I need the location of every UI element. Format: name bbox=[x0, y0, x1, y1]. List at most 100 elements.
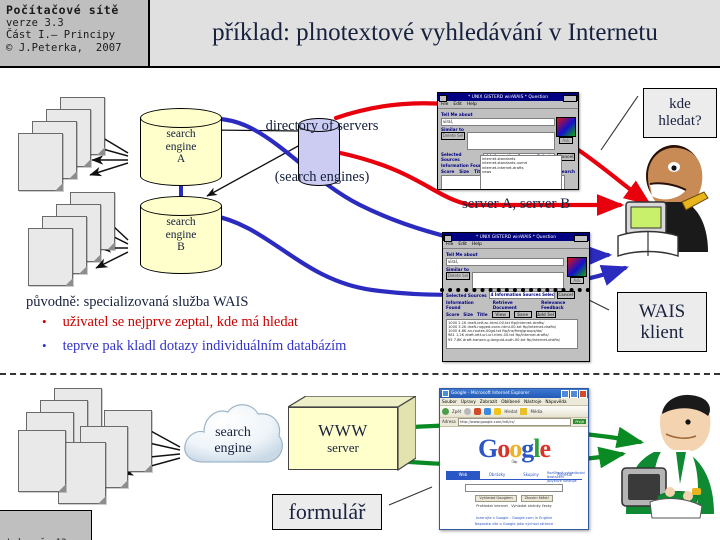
bullet-1-text: uživatel se nejprve zeptal, kde má hleda… bbox=[62, 314, 299, 330]
maximize-restore-icon[interactable] bbox=[563, 94, 577, 102]
dropdown-item[interactable]: news bbox=[482, 170, 560, 174]
view-button[interactable]: View bbox=[491, 311, 510, 318]
menu-zobrazit[interactable]: Zobrazit bbox=[480, 399, 497, 404]
wais-window-split-dots bbox=[440, 288, 590, 292]
tell-me-about-label: Tell Me about bbox=[441, 112, 473, 117]
menu-oblibene[interactable]: Oblíbené bbox=[501, 399, 520, 404]
tell-me-about-input[interactable]: viral, bbox=[441, 117, 555, 126]
menu-soubor[interactable]: Soubor bbox=[442, 399, 457, 404]
radio-internet[interactable]: Prohledat internet bbox=[476, 504, 508, 508]
bullet-marker: • bbox=[42, 338, 47, 353]
course-title: Počítačové sítě bbox=[6, 3, 119, 17]
delete-sel-button[interactable]: Delete Sel bbox=[446, 272, 470, 280]
close-icon[interactable] bbox=[579, 390, 587, 398]
minimize-icon[interactable] bbox=[439, 94, 447, 102]
lucky-button[interactable]: Zkusím štěstí bbox=[520, 494, 553, 502]
search-engine-cloud[interactable]: search engine bbox=[178, 398, 288, 484]
tab-skupiny[interactable]: Skupiny bbox=[514, 471, 548, 480]
menu-napoveda[interactable]: Nápověda bbox=[545, 399, 566, 404]
window-title-text: * UNIX GISTERD winWAIS * Question bbox=[476, 234, 556, 240]
google-logo: Google Česky bbox=[440, 427, 588, 464]
refresh-icon[interactable] bbox=[484, 407, 492, 415]
slide-canvas: Počítačové sítě verze 3.3 Část I.– Princ… bbox=[0, 0, 720, 540]
window-toolbar[interactable]: Zpět Hledat Média bbox=[440, 405, 588, 418]
result-row[interactable]: 95 7.8K draft-hansen-g-languid-auth-00.t… bbox=[448, 338, 576, 342]
menu-file[interactable]: File bbox=[441, 102, 448, 107]
window-controls[interactable] bbox=[561, 390, 587, 398]
address-input[interactable]: http://www.google.com/intl/cs/ bbox=[457, 417, 572, 426]
go-button[interactable]: Přejít bbox=[573, 419, 586, 424]
selected-sources-label: Selected Sources bbox=[446, 292, 487, 298]
stop-icon[interactable] bbox=[474, 407, 482, 415]
menu-file[interactable]: File bbox=[446, 242, 453, 247]
similar-to-label: Similar to bbox=[446, 266, 469, 272]
www-server-box[interactable]: WWW server bbox=[288, 396, 416, 476]
results-list-upper[interactable]: 1000 2.1K draft-ietf-ac-html-00.txt ftp/… bbox=[446, 318, 578, 349]
menu-edit[interactable]: Edit bbox=[458, 242, 467, 247]
favorites-star-icon[interactable] bbox=[520, 407, 528, 415]
window-title-text: Google - Microsoft Internet Explorer bbox=[451, 390, 530, 396]
internet-explorer-window[interactable]: Google - Microsoft Internet Explorer Sou… bbox=[439, 388, 589, 530]
address-label: Adresa bbox=[442, 419, 456, 424]
menu-edit[interactable]: Edit bbox=[453, 102, 462, 107]
back-icon[interactable] bbox=[442, 407, 449, 415]
document-stack-a bbox=[18, 97, 112, 191]
footer-link-2[interactable]: Naprosto vše o Google jako výchozí strán… bbox=[440, 521, 588, 527]
similar-to-input[interactable] bbox=[467, 132, 555, 150]
ask-button[interactable]: Ask bbox=[570, 277, 584, 284]
window-menubar[interactable]: Soubor Úpravy Zobrazit Oblíbené Nástroje… bbox=[440, 397, 588, 406]
toolbar-search-label[interactable]: Hledat bbox=[504, 409, 517, 414]
toolbar-media-label[interactable]: Média bbox=[530, 409, 542, 414]
address-bar[interactable]: Adresa http://www.google.com/intl/cs/ Př… bbox=[440, 417, 588, 427]
menu-help[interactable]: Help bbox=[467, 102, 477, 107]
callout-kde-line2: hledat? bbox=[658, 113, 702, 129]
sources-dropdown-list[interactable]: internet-standards internet-standards-uu… bbox=[480, 155, 562, 189]
cancel-button[interactable]: Cancel bbox=[556, 291, 575, 299]
search-engine-b-cylinder[interactable]: search engine B bbox=[140, 196, 222, 274]
google-footer-links[interactable]: Inzerujte s Google - Google.com in Engli… bbox=[440, 515, 588, 527]
add-sel-button[interactable]: Add Sel bbox=[535, 311, 556, 318]
google-side-links[interactable]: Rozšířené vyhledávání Nastavení Jazykové… bbox=[547, 471, 585, 484]
google-scope-radios[interactable]: Prohledat internet Vyhledat stránky česk… bbox=[465, 504, 563, 508]
tell-me-about-input[interactable]: viral, bbox=[446, 257, 564, 266]
link-language-tools[interactable]: Jazykové nástroje bbox=[547, 479, 585, 483]
ask-button[interactable]: Ask bbox=[559, 137, 573, 144]
search-engine-a-cylinder[interactable]: search engine A bbox=[140, 108, 222, 186]
minimize-icon[interactable] bbox=[561, 390, 569, 398]
results-list-lower[interactable]: 6 7.5K an-routes-12hos.txt ftp/ins/freq/… bbox=[446, 360, 578, 361]
app-icon bbox=[442, 389, 449, 397]
maximize-icon[interactable] bbox=[570, 390, 578, 398]
menu-help[interactable]: Help bbox=[472, 242, 482, 247]
wais-client-window-bottom[interactable]: * UNIX GISTERD winWAIS * Question File E… bbox=[442, 232, 590, 362]
www-line2: server bbox=[327, 439, 359, 455]
radio-czech[interactable]: Vyhledat stránky česky bbox=[511, 504, 552, 508]
header-identity-block: Počítačové sítě verze 3.3 Část I.– Princ… bbox=[0, 0, 150, 66]
tab-web[interactable]: Web bbox=[446, 470, 480, 480]
logo-letter-o1: o bbox=[497, 433, 510, 463]
window-menubar[interactable]: File Edit Help bbox=[443, 241, 589, 249]
window-menubar[interactable]: File Edit Help bbox=[438, 101, 578, 109]
cloud-label: search engine bbox=[178, 398, 288, 484]
callout-formular[interactable]: formulář bbox=[272, 494, 382, 530]
save-button[interactable]: Save bbox=[513, 311, 532, 318]
maximize-restore-icon[interactable] bbox=[574, 234, 588, 242]
google-buttons[interactable]: Vyhledat Googlem Zkusím štěstí bbox=[465, 494, 563, 502]
search-button[interactable]: Vyhledat Googlem bbox=[475, 494, 517, 502]
search-input[interactable] bbox=[465, 483, 563, 492]
wais-client-window-top[interactable]: * UNIX GISTERD winWAIS * Question File E… bbox=[437, 92, 579, 190]
engine-a-line3: A bbox=[176, 153, 186, 166]
tab-obrazky[interactable]: Obrázky bbox=[480, 471, 514, 480]
menu-nastroje[interactable]: Nástroje bbox=[524, 399, 541, 404]
google-search-area[interactable]: Vyhledat Googlem Zkusím štěstí Prohledat… bbox=[465, 483, 563, 508]
window-body: Tell Me about viral, Similar to Delete S… bbox=[443, 249, 589, 361]
menu-upravy[interactable]: Úpravy bbox=[461, 399, 476, 404]
forward-icon[interactable] bbox=[464, 407, 472, 415]
callout-kde-hledat[interactable]: kde hledat? bbox=[643, 88, 717, 138]
callout-wais-klient[interactable]: WAIS klient bbox=[617, 292, 707, 352]
selected-sources-combobox[interactable]: 4 Information Sources Selected bbox=[488, 291, 555, 299]
minimize-icon[interactable] bbox=[444, 234, 452, 242]
home-icon[interactable] bbox=[494, 407, 502, 415]
similar-to-input[interactable] bbox=[472, 272, 564, 289]
delete-sel-button[interactable]: Delete Sel bbox=[441, 132, 465, 140]
toolbar-back-label[interactable]: Zpět bbox=[452, 409, 461, 414]
